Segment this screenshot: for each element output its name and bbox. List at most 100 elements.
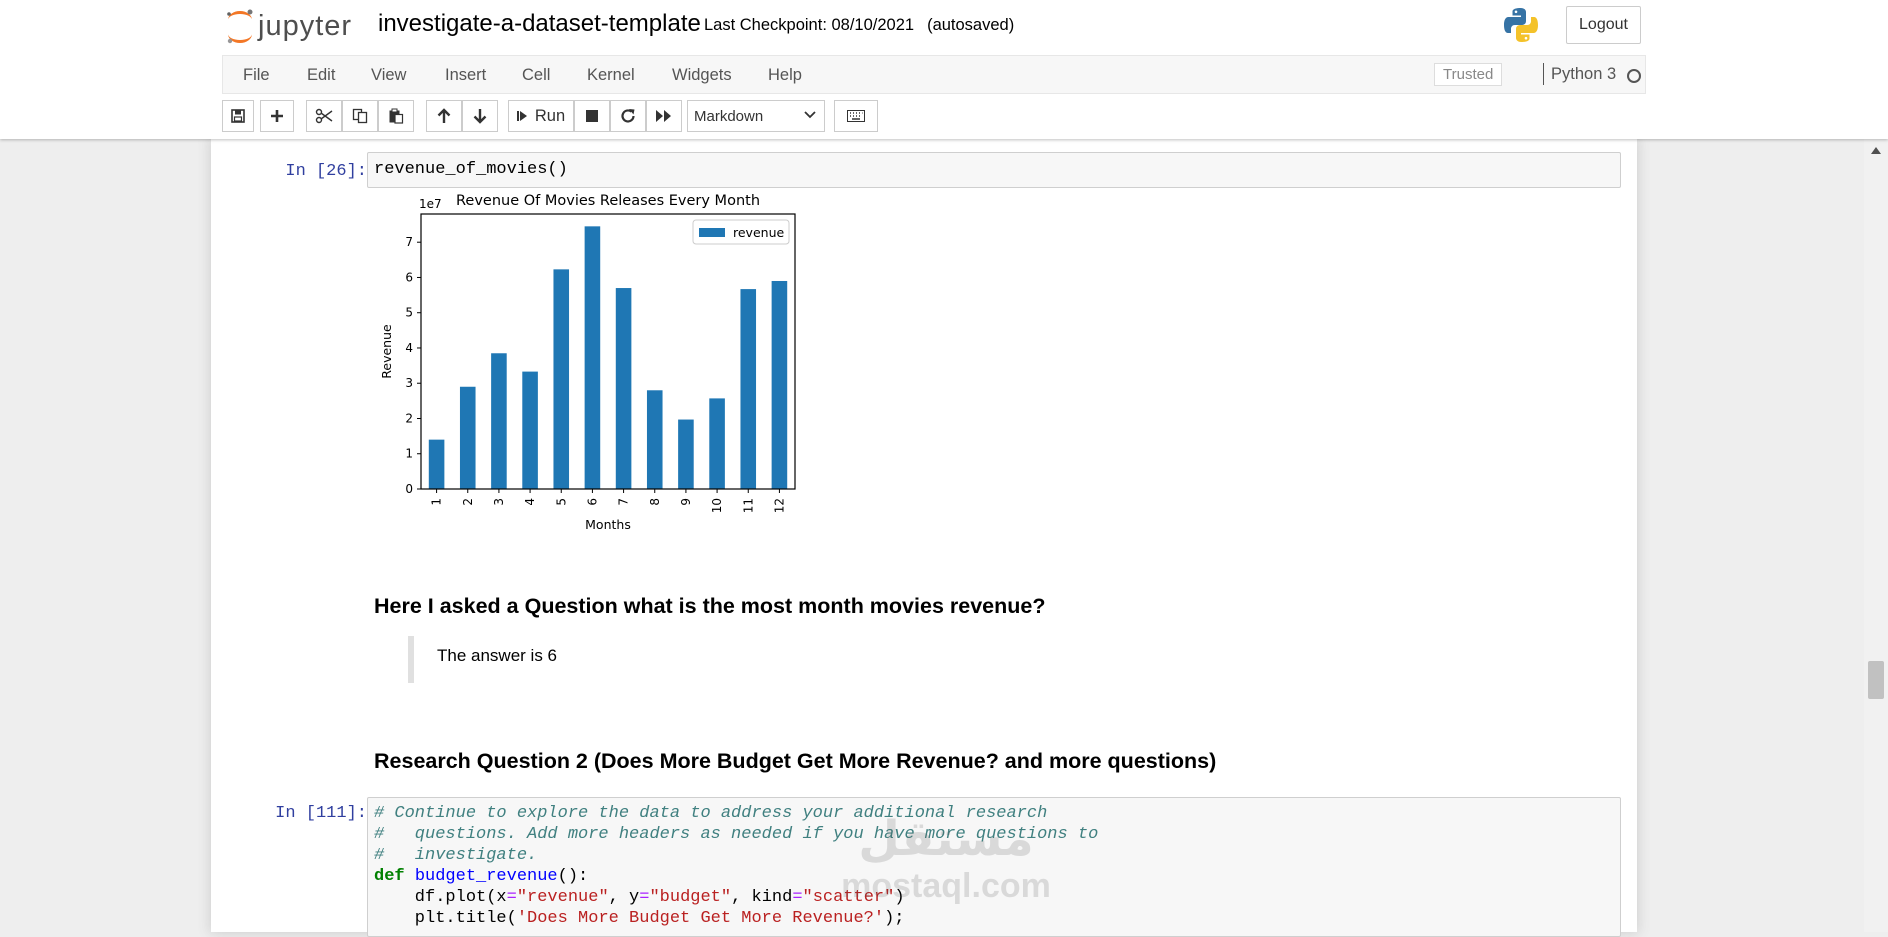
checkpoint-status: Last Checkpoint: 08/10/2021 (autosaved) xyxy=(704,16,1014,35)
menu-insert[interactable]: Insert xyxy=(445,66,486,85)
cell-type-value: Markdown xyxy=(694,108,764,125)
vertical-scrollbar[interactable] xyxy=(1864,139,1888,932)
restart-icon xyxy=(621,109,635,123)
y-tick-label: 5 xyxy=(405,306,413,320)
notebook-header: jupyter investigate-a-dataset-template L… xyxy=(0,0,1888,139)
run-button[interactable]: Run xyxy=(508,100,574,132)
trusted-indicator[interactable]: Trusted xyxy=(1434,63,1503,86)
logout-button[interactable]: Logout xyxy=(1566,6,1641,44)
menu-view[interactable]: View xyxy=(371,66,406,85)
scissors-icon xyxy=(315,108,333,124)
chevron-down-icon xyxy=(804,111,816,119)
menu-kernel[interactable]: Kernel xyxy=(587,66,635,85)
revenue-bar-chart: 1 2 3 4 5 6 7 8 9 10 11 12012345671e7 Revenue Of Mov… xyxy=(379,193,796,532)
chart-bar xyxy=(678,419,694,489)
x-tick-label: 4 xyxy=(523,498,537,506)
chart-bar xyxy=(615,288,632,489)
x-tick-label: 12 xyxy=(772,498,786,513)
copy-icon xyxy=(352,108,368,124)
y-tick-label: 6 xyxy=(405,270,413,284)
menu-help[interactable]: Help xyxy=(768,66,802,85)
chart-bar xyxy=(428,439,445,489)
x-tick-label: 11 xyxy=(741,498,755,513)
run-label: Run xyxy=(534,106,566,125)
cut-button[interactable] xyxy=(306,100,342,132)
x-axis-label: Months xyxy=(585,517,631,532)
notebook-title[interactable]: investigate-a-dataset-template xyxy=(378,10,701,38)
mostaql-watermark: مستقل mostaql.com xyxy=(826,813,1066,913)
chart-bar xyxy=(740,289,757,489)
legend-label: revenue xyxy=(733,225,784,240)
jupyter-logo-icon xyxy=(227,9,253,44)
legend-swatch xyxy=(699,228,725,237)
y-tick-label: 0 xyxy=(405,482,413,496)
y-tick-label: 1 xyxy=(405,447,413,461)
answer-blockquote: The answer is 6 xyxy=(408,636,1014,683)
chart-bar xyxy=(771,280,788,489)
plus-icon xyxy=(271,110,283,122)
chart-bar xyxy=(491,353,507,489)
answer-text: The answer is 6 xyxy=(437,646,557,665)
stop-icon xyxy=(586,110,598,122)
x-tick-label: 5 xyxy=(554,498,568,506)
y-tick-label: 2 xyxy=(405,411,413,425)
paste-icon xyxy=(389,108,404,124)
chart-bar xyxy=(553,269,570,489)
chart-bar xyxy=(584,226,601,489)
chart-bar xyxy=(459,386,476,489)
interrupt-button[interactable] xyxy=(574,100,610,132)
command-palette-button[interactable] xyxy=(834,100,878,132)
chart-bar xyxy=(646,390,663,489)
x-tick-label: 9 xyxy=(679,498,693,506)
step-forward-icon xyxy=(516,111,527,121)
menu-widgets[interactable]: Widgets xyxy=(672,66,732,85)
research-question-heading: Research Question 2 (Does More Budget Ge… xyxy=(374,749,1217,773)
watermark-arabic: مستقل xyxy=(858,813,1034,866)
markdown-heading: Here I asked a Question what is the most… xyxy=(374,594,1046,618)
code-cell-input[interactable]: revenue_of_movies() xyxy=(367,152,1621,188)
menubar: File Edit View Insert Cell Kernel Widget… xyxy=(222,55,1646,94)
plot-frame xyxy=(420,213,796,490)
save-icon xyxy=(231,109,245,123)
x-tick-label: 8 xyxy=(648,498,662,506)
keyboard-icon xyxy=(847,110,865,122)
scrollbar-thumb[interactable] xyxy=(1868,661,1884,699)
paste-button[interactable] xyxy=(378,100,414,132)
kernel-name[interactable]: Python 3 xyxy=(1551,65,1616,84)
menu-edit[interactable]: Edit xyxy=(307,66,335,85)
cell-type-select[interactable]: Markdown xyxy=(687,100,825,132)
last-checkpoint: Last Checkpoint: 08/10/2021 xyxy=(704,16,915,34)
menu-file[interactable]: File xyxy=(243,66,270,85)
x-tick-label: 1 xyxy=(430,498,444,506)
copy-button[interactable] xyxy=(342,100,378,132)
y-axis-label: Revenue xyxy=(379,324,394,379)
move-down-button[interactable] xyxy=(462,100,498,132)
save-button[interactable] xyxy=(222,100,254,132)
chart-bar xyxy=(709,398,725,489)
fast-forward-icon xyxy=(656,110,671,122)
y-scale-label: 1e7 xyxy=(419,197,442,211)
y-tick-label: 4 xyxy=(405,341,413,355)
cell-prompt: In [26]: xyxy=(285,162,367,181)
scroll-up-arrow-icon[interactable] xyxy=(1871,147,1881,154)
chart-bar xyxy=(522,371,538,489)
kernel-separator xyxy=(1543,63,1544,85)
x-tick-label: 6 xyxy=(585,498,599,506)
x-tick-label: 2 xyxy=(461,498,475,506)
x-tick-label: 3 xyxy=(492,498,506,506)
y-tick-label: 3 xyxy=(405,376,413,390)
code-line: revenue_of_movies() xyxy=(374,160,568,179)
toolbar: Run Markdown xyxy=(222,100,1646,134)
menu-cell[interactable]: Cell xyxy=(522,66,550,85)
y-tick-label: 7 xyxy=(405,235,413,249)
move-up-button[interactable] xyxy=(426,100,462,132)
jupyter-logo[interactable]: jupyter xyxy=(224,6,360,48)
arrow-down-icon xyxy=(473,109,487,124)
cell-prompt: In [111]: xyxy=(275,804,367,823)
insert-cell-button[interactable] xyxy=(260,100,294,132)
restart-kernel-button[interactable] xyxy=(610,100,646,132)
jupyter-wordmark: jupyter xyxy=(258,10,353,42)
chart-title: Revenue Of Movies Releases Every Month xyxy=(456,193,760,209)
restart-run-all-button[interactable] xyxy=(646,100,682,132)
watermark-latin: mostaql.com xyxy=(841,867,1051,905)
